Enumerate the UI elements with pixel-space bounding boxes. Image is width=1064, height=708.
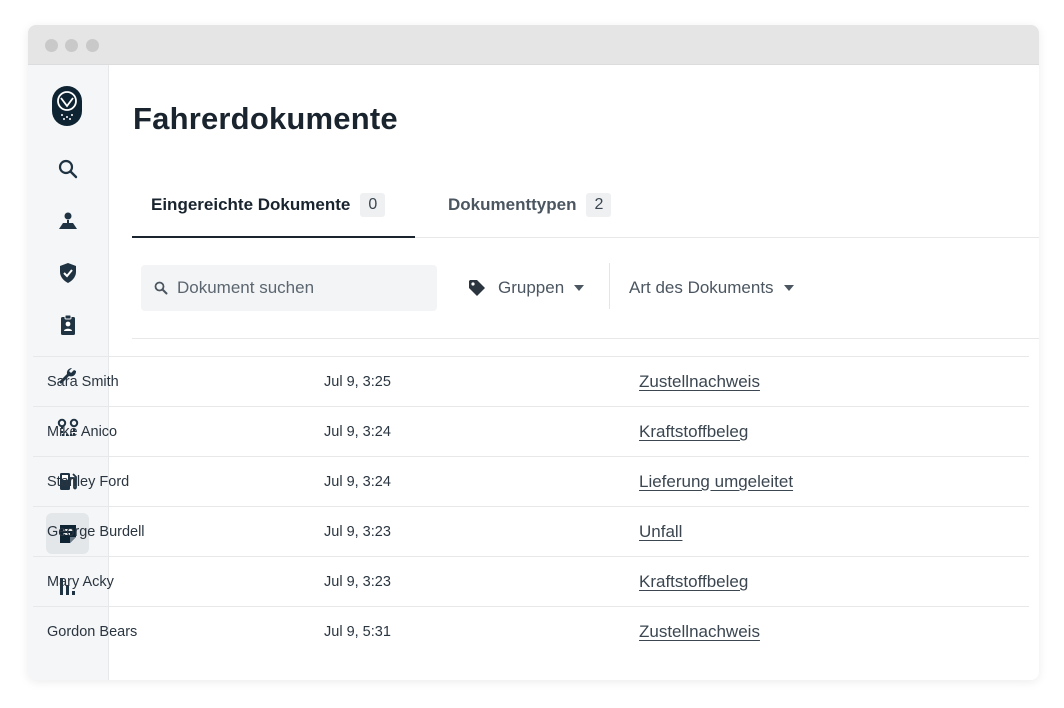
tab-count-badge: 0: [360, 192, 386, 217]
driver-name: Mike Anico: [47, 424, 118, 440]
table-row[interactable]: Mary Acky Jul 9, 3:23 Kraftstoffbeleg: [33, 556, 1029, 606]
page-title: Fahrerdokumente: [133, 101, 398, 136]
submitted-time: Jul 9, 5:31: [324, 624, 391, 640]
nav-compliance[interactable]: [46, 304, 89, 345]
tab-bar: Eingereichte Dokumente 0 Dokumenttypen 2: [132, 173, 1039, 238]
filter-bar: Gruppen Art des Dokuments: [132, 263, 1039, 339]
submitted-time: Jul 9, 3:24: [324, 474, 391, 490]
document-link[interactable]: Zustellnachweis: [639, 607, 760, 657]
document-link[interactable]: Kraftstoffbeleg: [639, 407, 748, 457]
chevron-down-icon: [783, 285, 794, 291]
nav-safety[interactable]: [46, 252, 89, 293]
documents-table: Sara Smith Jul 9, 3:25 Zustellnachweis M…: [33, 356, 1029, 656]
nav-map[interactable]: [46, 200, 89, 241]
filter-divider: [609, 263, 610, 309]
window-titlebar: [28, 25, 1039, 65]
owl-logo-icon[interactable]: [52, 86, 82, 126]
tab-label: Dokumenttypen: [448, 195, 577, 214]
app-window: Fahrerdokumente Eingereichte Dokumente 0…: [28, 25, 1039, 680]
groups-dropdown[interactable]: Gruppen: [467, 265, 585, 311]
tab-count-badge: 2: [586, 193, 612, 217]
document-link[interactable]: Kraftstoffbeleg: [639, 557, 748, 607]
submitted-time: Jul 9, 3:24: [324, 424, 391, 440]
table-row[interactable]: Mike Anico Jul 9, 3:24 Kraftstoffbeleg: [33, 406, 1029, 456]
table-row[interactable]: George Burdell Jul 9, 3:23 Unfall: [33, 506, 1029, 556]
tab-label: Eingereichte Dokumente: [151, 194, 351, 214]
document-link[interactable]: Lieferung umgeleitet: [639, 457, 793, 507]
window-close-dot[interactable]: [45, 39, 58, 52]
table-row[interactable]: Gordon Bears Jul 9, 5:31 Zustellnachweis: [33, 606, 1029, 656]
map-person-icon: [58, 212, 77, 229]
nav-search[interactable]: [46, 148, 89, 189]
groups-label: Gruppen: [498, 278, 565, 297]
window-minimize-dot[interactable]: [65, 39, 78, 52]
tab-submitted-documents[interactable]: Eingereichte Dokumente 0: [132, 173, 415, 238]
submitted-time: Jul 9, 3:25: [324, 374, 391, 390]
document-link[interactable]: Unfall: [639, 507, 682, 557]
tab-document-types[interactable]: Dokumenttypen 2: [448, 173, 612, 237]
document-type-dropdown[interactable]: Art des Dokuments: [629, 265, 794, 311]
driver-name: Stanley Ford: [47, 474, 130, 490]
table-row[interactable]: Stanley Ford Jul 9, 3:24 Lieferung umgel…: [33, 456, 1029, 506]
submitted-time: Jul 9, 3:23: [324, 574, 391, 590]
document-link[interactable]: Zustellnachweis: [639, 357, 760, 407]
driver-name: Gordon Bears: [47, 624, 138, 640]
document-search[interactable]: [141, 265, 437, 311]
search-input[interactable]: [177, 278, 417, 298]
driver-name: George Burdell: [47, 524, 145, 540]
clipboard-person-icon: [60, 314, 75, 335]
table-row[interactable]: Sara Smith Jul 9, 3:25 Zustellnachweis: [33, 356, 1029, 406]
document-type-label: Art des Dokuments: [629, 278, 774, 297]
driver-name: Mary Acky: [47, 574, 114, 590]
search-icon: [58, 159, 77, 178]
driver-name: Sara Smith: [47, 374, 119, 390]
chevron-down-icon: [574, 285, 585, 291]
tag-icon: [469, 280, 485, 296]
search-icon: [154, 281, 168, 295]
submitted-time: Jul 9, 3:23: [324, 524, 391, 540]
window-maximize-dot[interactable]: [86, 39, 99, 52]
shield-check-icon: [59, 262, 76, 283]
